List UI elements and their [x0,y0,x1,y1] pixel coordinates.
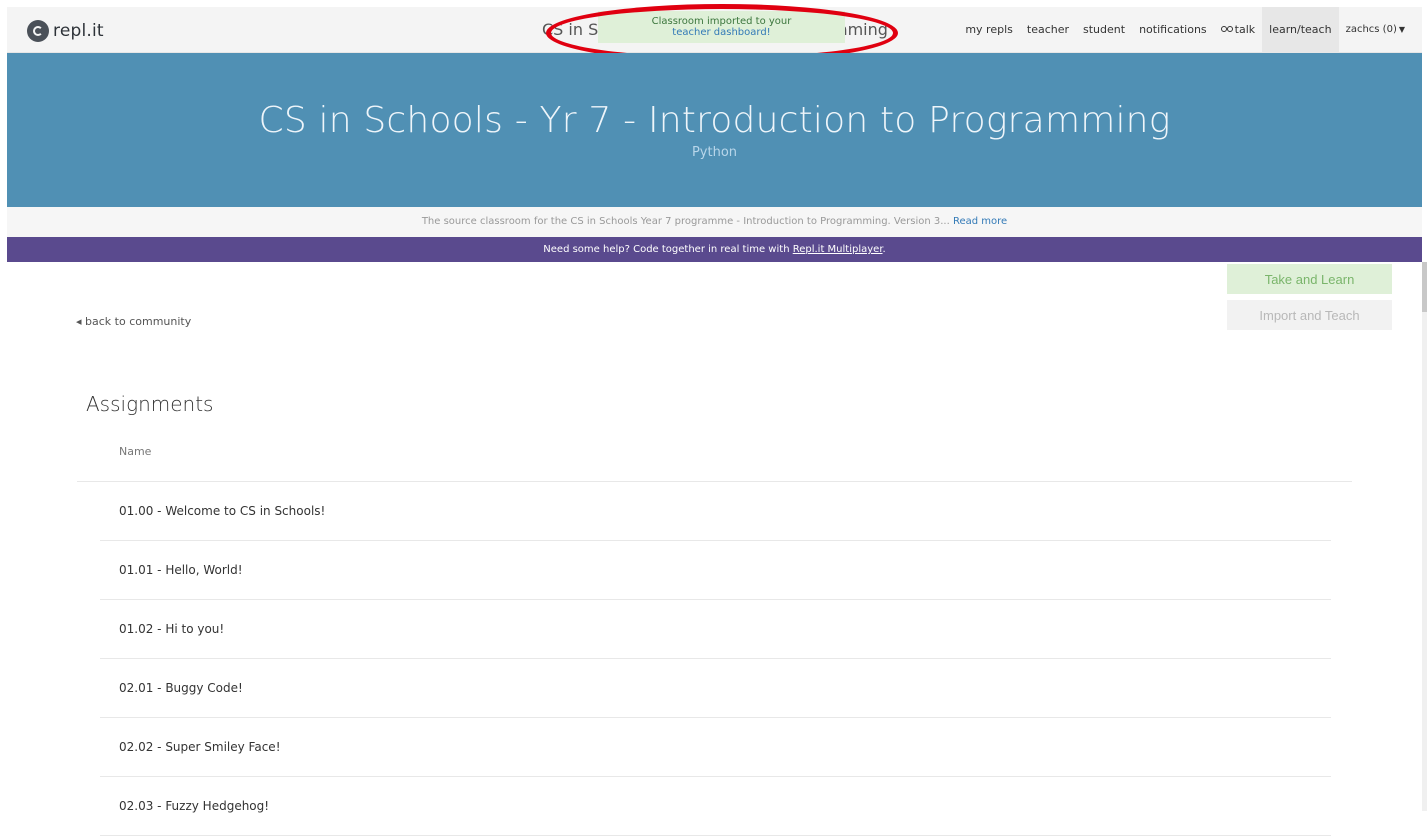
import-and-teach-button[interactable]: Import and Teach [1227,300,1392,330]
assignment-row[interactable]: 02.02 - Super Smiley Face! [100,718,1331,777]
flash-message: Classroom imported to your teacher dashb… [598,11,845,43]
assignment-row[interactable]: 01.01 - Hello, World! [100,541,1331,600]
column-header-name[interactable]: Name [119,445,151,458]
classroom-banner: CS in Schools - Yr 7 - Introduction to P… [7,53,1422,207]
assignment-name: 01.02 - Hi to you! [119,622,225,636]
nav-notifications[interactable]: notifications [1132,7,1214,53]
assignment-name: 02.01 - Buggy Code! [119,681,243,695]
assignment-row[interactable]: 02.01 - Buggy Code! [100,659,1331,718]
assignment-name: 02.02 - Super Smiley Face! [119,740,281,754]
top-strip [0,0,1427,7]
nav-student[interactable]: student [1076,7,1132,53]
nav-learn-teach[interactable]: learn/teach [1262,7,1339,53]
people-icon [1220,26,1233,34]
nav-teacher[interactable]: teacher [1020,7,1076,53]
assignment-list: 01.00 - Welcome to CS in Schools! 01.01 … [100,482,1331,836]
take-and-learn-button[interactable]: Take and Learn [1227,264,1392,294]
user-menu-label: zachcs (0) [1345,24,1397,35]
user-menu[interactable]: zachcs (0) ▼ [1339,7,1412,53]
assignments-heading: Assignments [86,392,214,416]
replit-logo[interactable]: repl.it [27,19,104,43]
scrollbar-track[interactable] [1422,262,1427,811]
back-link-label: back to community [85,315,192,328]
help-bar: Need some help? Code together in real ti… [7,237,1422,262]
assignment-row[interactable]: 02.03 - Fuzzy Hedgehog! [100,777,1331,836]
nav-talk[interactable]: talk [1214,7,1262,53]
description-bar: The source classroom for the CS in Schoo… [7,207,1422,237]
caret-down-icon: ▼ [1398,25,1405,34]
assignment-row[interactable]: 01.02 - Hi to you! [100,600,1331,659]
logo-text: repl.it [53,21,104,41]
help-suffix: . [882,244,886,255]
back-to-community-link[interactable]: ◂ back to community [76,315,191,328]
assignment-name: 01.01 - Hello, World! [119,563,243,577]
assignment-name: 01.00 - Welcome to CS in Schools! [119,504,326,518]
read-more-link[interactable]: Read more [953,216,1007,227]
nav-links: my repls teacher student notifications t… [958,7,1412,53]
nav-talk-label: talk [1234,23,1256,36]
description-text: The source classroom for the CS in Schoo… [421,216,950,227]
caret-left-icon: ◂ [76,315,86,328]
teacher-dashboard-link[interactable]: teacher dashboard! [598,27,845,38]
help-text: Need some help? Code together in real ti… [543,244,790,255]
nav-my-repls[interactable]: my repls [958,7,1020,53]
scrollbar-thumb[interactable] [1422,262,1427,312]
assignment-row[interactable]: 01.00 - Welcome to CS in Schools! [100,482,1331,541]
classroom-title: CS in Schools - Yr 7 - Introduction to P… [258,100,1171,141]
classroom-language: Python [691,145,738,160]
flash-text: Classroom imported to your [651,16,792,27]
multiplayer-link[interactable]: Repl.it Multiplayer [793,244,883,255]
replit-logo-icon [27,20,49,42]
